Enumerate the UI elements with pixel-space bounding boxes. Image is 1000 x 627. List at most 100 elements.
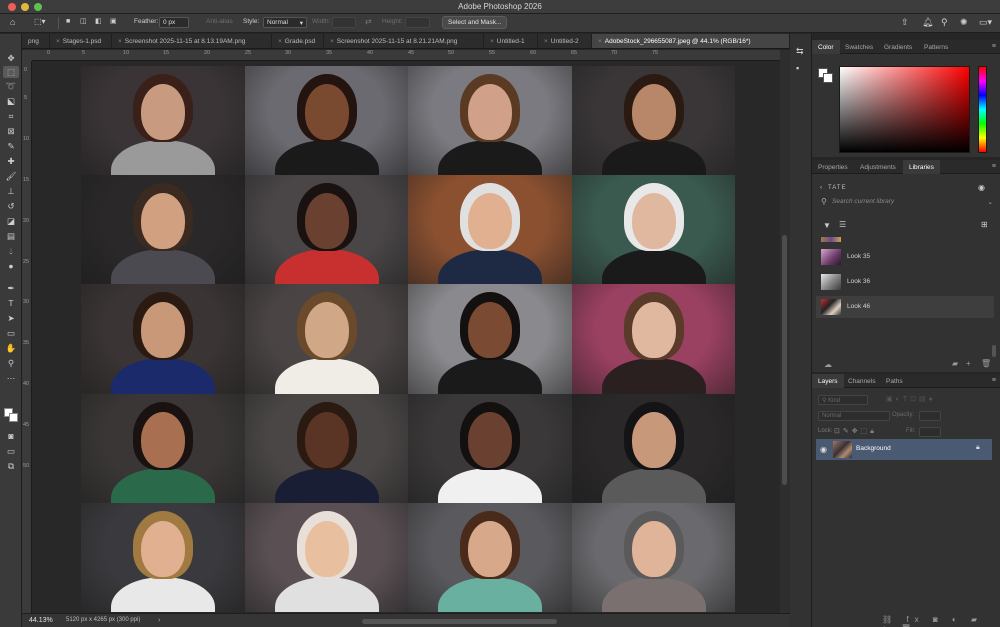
gradient-tool-icon[interactable]: ▤ — [3, 230, 19, 242]
opacity-input[interactable] — [919, 411, 941, 421]
library-item[interactable]: Look 35 — [816, 246, 994, 268]
library-scroll-thumb[interactable] — [992, 345, 996, 357]
style-select[interactable]: Normal ▾ — [263, 17, 307, 28]
blend-mode-select[interactable]: Normal — [818, 411, 890, 421]
anti-alias-checkbox[interactable]: Anti-alias — [206, 18, 233, 25]
feather-input[interactable]: 0 px — [159, 17, 189, 28]
comments-panel-icon[interactable]: ▪ — [796, 64, 799, 73]
back-chevron-icon[interactable]: ‹ — [820, 184, 822, 191]
new-selection-icon[interactable]: ■ — [66, 18, 70, 25]
close-tab-icon[interactable]: × — [544, 38, 548, 45]
quick-mask-icon[interactable]: ◙ — [3, 430, 19, 442]
user-icon[interactable]: ◉ — [978, 183, 985, 192]
shape-tool-icon[interactable]: ▭ — [3, 327, 19, 339]
lasso-tool-icon[interactable]: ➰ — [3, 80, 19, 92]
library-item[interactable]: Look 36 — [816, 271, 994, 293]
brush-tool-icon[interactable]: 🖌︎ — [3, 170, 19, 182]
vertical-scroll-thumb[interactable] — [782, 235, 787, 485]
background-color-swatch[interactable] — [9, 413, 18, 422]
marquee-tool-preset-icon[interactable]: ⬚▾ — [34, 18, 46, 26]
cloud-icon[interactable]: ☁ — [824, 360, 832, 369]
clone-stamp-tool-icon[interactable]: ⊥ — [3, 185, 19, 197]
close-tab-icon[interactable]: × — [490, 38, 494, 45]
trash-icon[interactable]: 🗑︎ — [981, 359, 991, 368]
close-tab-icon[interactable]: × — [598, 38, 602, 45]
tab-grade[interactable]: × Grade.psd — [272, 34, 324, 48]
fill-input[interactable] — [919, 427, 941, 437]
zoom-tool-icon[interactable]: ⚲ — [3, 357, 19, 369]
tab-untitled-2[interactable]: × Untitled-2 — [538, 34, 592, 48]
tab-paths[interactable]: Paths — [880, 374, 909, 388]
tab-untitled-1[interactable]: × Untitled-1 — [484, 34, 538, 48]
tab-layers[interactable]: Layers — [812, 374, 844, 388]
width-input[interactable] — [332, 17, 356, 28]
close-tab-icon[interactable]: × — [118, 38, 122, 45]
intersect-selection-icon[interactable]: ▣ — [110, 18, 117, 25]
vertical-ruler[interactable]: 0 5 10 15 20 25 30 35 40 45 50 — [22, 61, 32, 613]
folder-icon[interactable]: ▰ — [952, 359, 958, 368]
filter-icon[interactable]: ▼ — [823, 221, 831, 230]
close-tab-icon[interactable]: × — [56, 38, 60, 45]
color-picker-field[interactable] — [839, 66, 970, 153]
eraser-tool-icon[interactable]: ◪ — [3, 215, 19, 227]
tab-screenshot-1[interactable]: × Screenshot 2025-11-15 at 8.13.19AM.png — [112, 34, 272, 48]
hue-slider[interactable] — [978, 66, 987, 153]
filter-icons[interactable]: ▣◐T⊡▤● — [886, 395, 936, 403]
panel-menu-icon[interactable]: ≡ — [992, 377, 996, 384]
workspace-icon[interactable]: ▭▾ — [979, 18, 992, 27]
screen-mode-icon[interactable]: ▭ — [3, 445, 19, 457]
tab-channels[interactable]: Channels — [842, 374, 881, 388]
layer-row[interactable]: ◉ Background 🔒︎ — [816, 439, 992, 460]
eye-icon[interactable]: ◉ — [820, 445, 827, 454]
path-selection-tool-icon[interactable]: ➤ — [3, 312, 19, 324]
grid-view-icon[interactable]: ⊞ — [981, 220, 988, 229]
layer-actions-icons[interactable]: ⛓ fx ◙ ◐ ▰ + 🗑︎ — [882, 615, 1000, 627]
zoom-level[interactable]: 44.13% — [29, 617, 53, 624]
vertical-scrollbar[interactable] — [780, 50, 790, 613]
chevron-right-icon[interactable]: › — [158, 617, 160, 624]
generative-icon[interactable]: ⧉ — [3, 460, 19, 472]
eyedropper-tool-icon[interactable]: ✎ — [3, 140, 19, 152]
blur-tool-icon[interactable]: 💧︎ — [3, 245, 19, 257]
more-tools-icon[interactable]: ⋯ — [3, 372, 19, 384]
tab-properties[interactable]: Properties — [812, 160, 854, 174]
notifications-icon[interactable]: 🔔︎ — [922, 18, 933, 27]
move-tool-icon[interactable]: ✥ — [3, 52, 19, 64]
type-tool-icon[interactable]: T — [3, 297, 19, 309]
panel-menu-icon[interactable]: ≡ — [992, 43, 996, 50]
library-item-partial[interactable] — [821, 237, 841, 242]
tab-patterns[interactable]: Patterns — [918, 40, 954, 54]
search-icon[interactable]: ⚲ — [941, 18, 948, 27]
tab-png[interactable]: ×png — [22, 34, 50, 48]
tab-gradients[interactable]: Gradients — [878, 40, 918, 54]
add-selection-icon[interactable]: ◫ — [80, 18, 87, 25]
tab-swatches[interactable]: Swatches — [839, 40, 879, 54]
tab-adjustments[interactable]: Adjustments — [854, 160, 902, 174]
object-selection-tool-icon[interactable]: ⬕ — [3, 95, 19, 107]
fg-bg-swatches[interactable] — [818, 68, 834, 84]
crop-tool-icon[interactable]: ⌗ — [3, 110, 19, 122]
frame-tool-icon[interactable]: ⊠ — [3, 125, 19, 137]
document-canvas[interactable] — [32, 61, 780, 613]
tab-libraries[interactable]: Libraries — [903, 160, 940, 174]
tab-screenshot-2[interactable]: × Screenshot 2025-11-15 at 8.21.21AM.png — [324, 34, 484, 48]
history-brush-tool-icon[interactable]: ↺ — [3, 200, 19, 212]
panel-menu-icon[interactable]: ≡ — [992, 163, 996, 170]
dodge-tool-icon[interactable]: ● — [3, 260, 19, 272]
library-search-input[interactable]: ⚲ Search current library ⌄ — [818, 196, 996, 209]
lock-icons[interactable]: ⊡✎✥⬚🔒︎ — [834, 427, 877, 436]
swap-icon[interactable]: ⇄ — [365, 18, 372, 26]
horizontal-scroll-thumb[interactable] — [362, 619, 557, 624]
tab-stages[interactable]: × Stages-1.psd — [50, 34, 112, 48]
add-icon[interactable]: + — [966, 359, 971, 368]
history-panel-icon[interactable]: ⇆ — [796, 47, 804, 56]
horizontal-ruler[interactable]: 0 5 10 15 20 25 30 35 40 45 50 55 60 65 … — [32, 50, 780, 61]
tab-color[interactable]: Color — [812, 40, 840, 54]
share-icon[interactable]: ⇧ — [901, 18, 909, 27]
spot-healing-tool-icon[interactable]: ✚ — [3, 155, 19, 167]
height-input[interactable] — [405, 17, 430, 28]
sort-icon[interactable]: ☰ — [839, 220, 846, 229]
library-item[interactable]: Look 46 — [816, 296, 994, 318]
select-and-mask-button[interactable]: Select and Mask... — [442, 16, 508, 29]
hand-tool-icon[interactable]: ✋ — [3, 342, 19, 354]
